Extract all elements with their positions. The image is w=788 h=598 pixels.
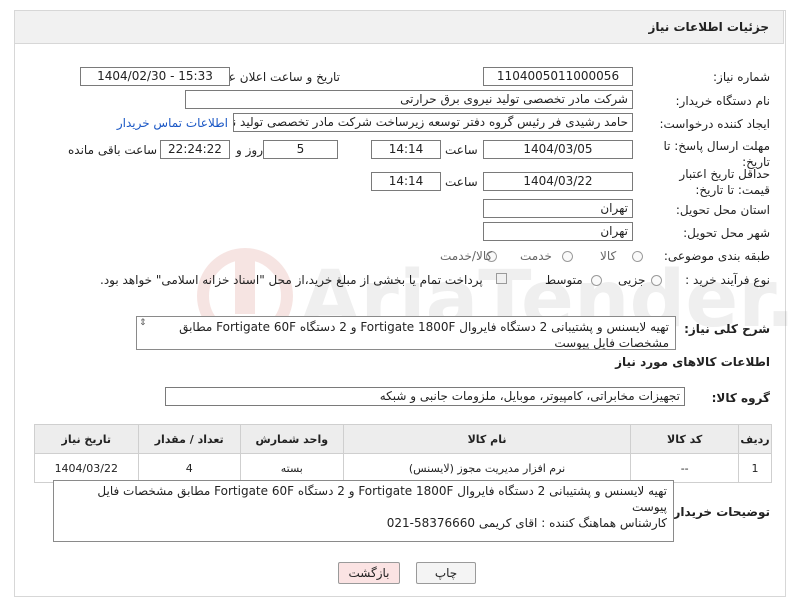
category-radio-goods[interactable] <box>632 251 643 262</box>
cell-quantity: 4 <box>137 453 241 483</box>
category-option-service: خدمت <box>520 249 552 263</box>
buyer-contact-link[interactable]: اطلاعات تماس خریدار <box>117 116 228 130</box>
col-item-code: کد کالا <box>630 424 739 454</box>
process-radio-minor[interactable] <box>651 275 662 286</box>
cell-row: 1 <box>738 453 772 483</box>
description-textarea[interactable]: تهیه لایسنس و پشتیبانی 2 دستگاه فایروال … <box>136 316 676 350</box>
buyer-notes-line-1: تهیه لایسنس و پشتیبانی 2 دستگاه فایروال … <box>97 484 667 514</box>
remaining-label: ساعت باقی مانده <box>68 143 158 157</box>
province-label: استان محل تحویل: <box>675 203 770 217</box>
col-quantity: تعداد / مقدار <box>137 424 241 454</box>
price-validity-label: حداقل تاریخ اعتبار قیمت: تا تاریخ: <box>679 167 770 197</box>
reply-time-field: 14:14 <box>371 140 441 159</box>
province-field: تهران <box>483 199 633 218</box>
need-number-label: شماره نیاز: <box>713 70 770 84</box>
description-label: شرح کلی نیاز: <box>684 322 770 336</box>
goods-group-field: تجهیزات مخابراتی، کامپیوتر، موبایل، ملزو… <box>165 387 685 406</box>
process-option-minor: جزیی <box>618 273 646 287</box>
buyer-org-field: شرکت مادر تخصصی تولید نیروی برق حرارتی <box>185 90 633 109</box>
cell-item-code: -- <box>630 453 739 483</box>
buyer-notes-line-2: کارشناس هماهنگ کننده : اقای کریمی 583766… <box>386 516 667 530</box>
goods-section-title: اطلاعات کالاهای مورد نیاز <box>615 355 770 369</box>
treasury-payment-checkbox[interactable] <box>496 273 507 284</box>
scroll-arrows-icon[interactable]: ⇕ <box>139 318 147 328</box>
requester-label: ایجاد کننده درخواست: <box>659 117 770 131</box>
reply-time-label: ساعت <box>445 143 478 157</box>
col-row: ردیف <box>738 424 772 454</box>
buyer-org-label: نام دستگاه خریدار: <box>675 94 771 108</box>
goods-table: تاریخ نیاز تعداد / مقدار واحد شمارش نام … <box>34 424 772 483</box>
announce-field: 1404/02/30 - 15:33 <box>80 67 230 86</box>
reply-date-field: 1404/03/05 <box>483 140 633 159</box>
col-need-date: تاریخ نیاز <box>34 424 139 454</box>
description-text: تهیه لایسنس و پشتیبانی 2 دستگاه فایروال … <box>179 320 669 350</box>
category-option-both: کالا/خدمت <box>440 249 493 263</box>
page-title: جزئیات اطلاعات نیاز <box>648 20 769 34</box>
cell-item-name: نرم افزار مدیریت مجوز (لایسنس) <box>342 453 632 483</box>
process-option-medium: متوسط <box>545 273 583 287</box>
col-item-name: نام کالا <box>342 424 632 454</box>
requester-field: حامد رشیدی فر رئیس گروه دفتر توسعه زیرسا… <box>233 113 633 132</box>
price-time-label: ساعت <box>445 175 478 189</box>
city-label: شهر محل تحویل: <box>683 226 770 240</box>
buyer-notes-label: توضیحات خریدار: <box>668 505 770 519</box>
buyer-notes-textarea[interactable]: تهیه لایسنس و پشتیبانی 2 دستگاه فایروال … <box>53 480 674 542</box>
goods-group-label: گروه کالا: <box>711 391 770 405</box>
category-label: طبقه بندی موضوعی: <box>663 249 770 263</box>
day-and-label: روز و <box>236 143 263 157</box>
category-radio-service[interactable] <box>562 251 573 262</box>
col-unit: واحد شمارش <box>239 424 344 454</box>
goods-table-header: تاریخ نیاز تعداد / مقدار واحد شمارش نام … <box>34 424 772 454</box>
category-option-goods: کالا <box>600 249 617 263</box>
city-field: تهران <box>483 222 633 241</box>
process-radio-medium[interactable] <box>591 275 602 286</box>
days-field: 5 <box>263 140 338 159</box>
need-number-field: 1104005011000056 <box>483 67 633 86</box>
price-date-field: 1404/03/22 <box>483 172 633 191</box>
cell-need-date: 1404/03/22 <box>34 453 139 483</box>
cell-unit: بسته <box>239 453 344 483</box>
panel-header: جزئیات اطلاعات نیاز <box>14 10 784 44</box>
treasury-payment-note: پرداخت تمام یا بخشی از مبلغ خرید،از محل … <box>100 273 483 287</box>
print-button[interactable]: چاپ <box>416 562 476 584</box>
price-time-field: 14:14 <box>371 172 441 191</box>
back-button[interactable]: بازگشت <box>338 562 400 584</box>
process-label: نوع فرآیند خرید : <box>685 273 770 287</box>
remaining-time-field: 22:24:22 <box>160 140 230 159</box>
table-row[interactable]: 1404/03/22 4 بسته نرم افزار مدیریت مجوز … <box>34 453 772 483</box>
